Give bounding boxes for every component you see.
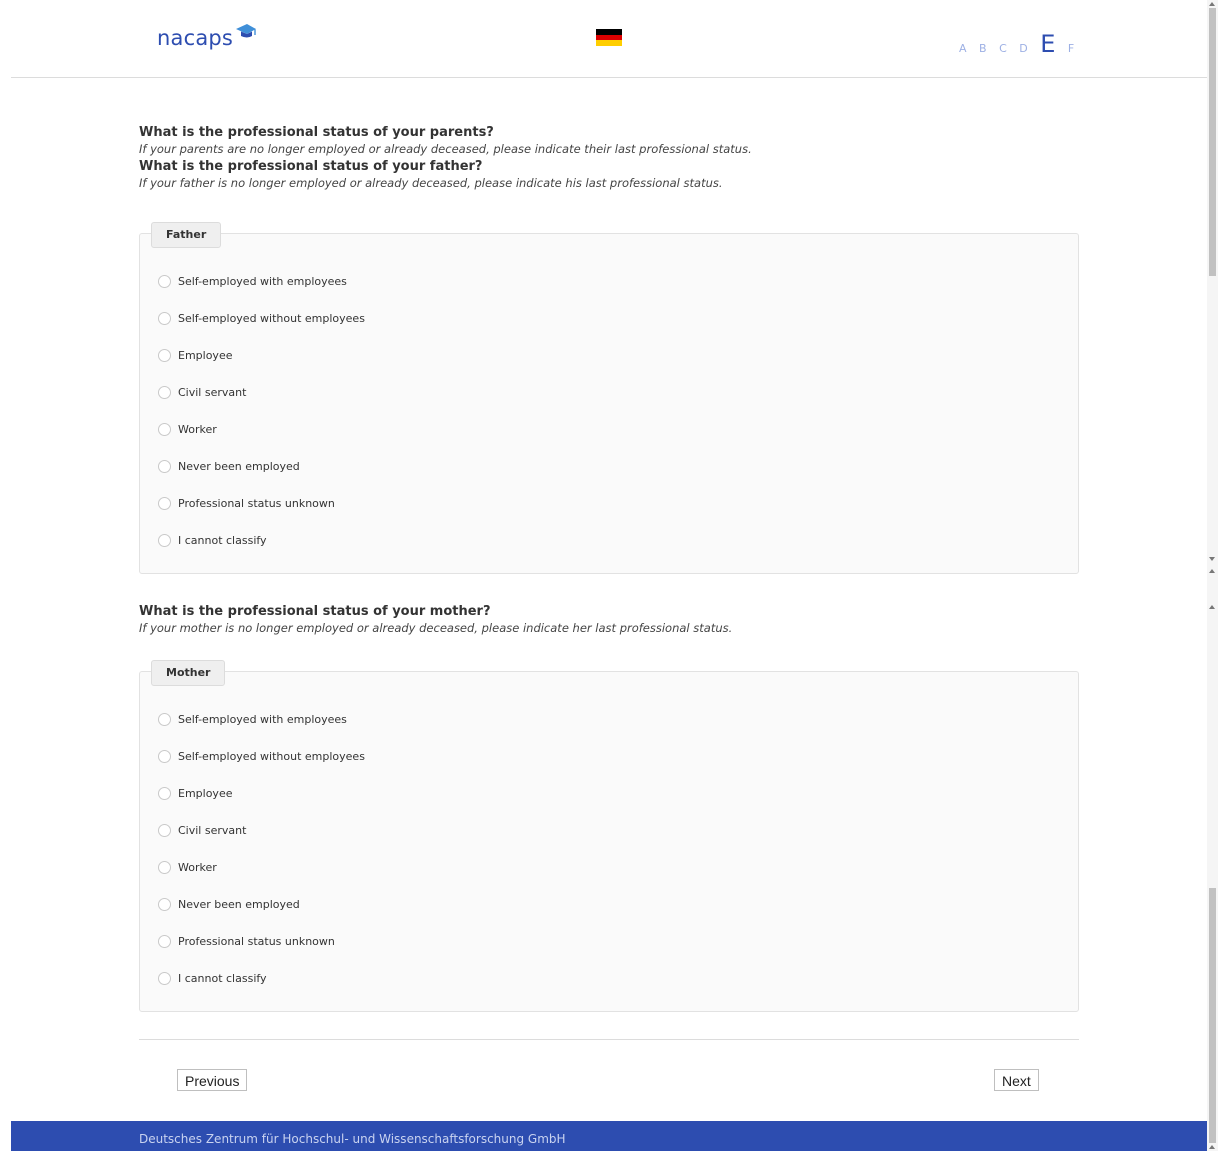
- radio-button[interactable]: [158, 422, 171, 436]
- father-option-never-employed[interactable]: Never been employed: [158, 457, 300, 475]
- mother-option-self-employed-with[interactable]: Self-employed with employees: [158, 710, 347, 728]
- vertical-scrollbar[interactable]: [1207, 0, 1218, 1151]
- scroll-up-arrow-icon[interactable]: [1209, 1145, 1215, 1149]
- mother-option-never-employed[interactable]: Never been employed: [158, 895, 300, 913]
- radio-button[interactable]: [158, 786, 171, 800]
- mother-option-status-unknown[interactable]: Professional status unknown: [158, 932, 335, 950]
- radio-button[interactable]: [158, 971, 171, 985]
- mother-question-block: What is the professional status of your …: [139, 603, 1079, 637]
- father-option-self-employed-without[interactable]: Self-employed without employees: [158, 309, 365, 327]
- option-label[interactable]: I cannot classify: [178, 972, 267, 985]
- previous-button[interactable]: Previous: [177, 1069, 248, 1091]
- graduation-cap-icon: [235, 22, 257, 46]
- progress-letter-f: F: [1067, 42, 1075, 55]
- nacaps-logo: nacaps: [157, 24, 256, 50]
- mother-option-worker[interactable]: Worker: [158, 858, 217, 876]
- option-label[interactable]: Worker: [178, 861, 217, 874]
- option-label[interactable]: Employee: [178, 787, 232, 800]
- radio-button[interactable]: [158, 348, 171, 362]
- footer: Deutsches Zentrum für Hochschul- und Wis…: [11, 1121, 1207, 1151]
- scroll-down-arrow-icon[interactable]: [1209, 557, 1215, 561]
- option-label[interactable]: Civil servant: [178, 386, 246, 399]
- father-fieldset: Father Self-employed with employees Self…: [139, 222, 1079, 574]
- scroll-up-arrow-icon[interactable]: [1209, 569, 1215, 573]
- scroll-up-arrow-icon[interactable]: [1209, 2, 1215, 6]
- mother-fieldset: Mother Self-employed with employees Self…: [139, 660, 1079, 1012]
- father-option-self-employed-with[interactable]: Self-employed with employees: [158, 272, 347, 290]
- footer-text: Deutsches Zentrum für Hochschul- und Wis…: [139, 1132, 566, 1146]
- navigation-divider: [139, 1039, 1079, 1040]
- option-label[interactable]: Worker: [178, 423, 217, 436]
- option-label[interactable]: Never been employed: [178, 898, 300, 911]
- radio-button[interactable]: [158, 496, 171, 510]
- option-label[interactable]: Civil servant: [178, 824, 246, 837]
- next-button[interactable]: Next: [994, 1069, 1039, 1091]
- progress-letter-e-active: E: [1040, 30, 1056, 58]
- option-label[interactable]: Never been employed: [178, 460, 300, 473]
- progress-letter-c: C: [999, 42, 1007, 55]
- radio-button[interactable]: [158, 385, 171, 399]
- mother-option-employee[interactable]: Employee: [158, 784, 232, 802]
- radio-button[interactable]: [158, 533, 171, 547]
- father-question-block: What is the professional status of your …: [139, 124, 1079, 192]
- scrollbar-thumb-lower[interactable]: [1209, 888, 1216, 1143]
- radio-button[interactable]: [158, 459, 171, 473]
- father-question-hint: If your father is no longer employed or …: [139, 176, 723, 190]
- mother-option-self-employed-without[interactable]: Self-employed without employees: [158, 747, 365, 765]
- scrollbar-thumb-upper[interactable]: [1209, 8, 1216, 276]
- option-label[interactable]: Self-employed without employees: [178, 312, 365, 325]
- father-option-status-unknown[interactable]: Professional status unknown: [158, 494, 335, 512]
- option-label[interactable]: Professional status unknown: [178, 935, 335, 948]
- radio-button[interactable]: [158, 860, 171, 874]
- radio-button[interactable]: [158, 274, 171, 288]
- progress-letter-b: B: [979, 42, 987, 55]
- mother-option-civil-servant[interactable]: Civil servant: [158, 821, 246, 839]
- father-option-cannot-classify[interactable]: I cannot classify: [158, 531, 267, 549]
- radio-button[interactable]: [158, 311, 171, 325]
- father-option-worker[interactable]: Worker: [158, 420, 217, 438]
- mother-legend: Mother: [151, 660, 226, 686]
- father-legend: Father: [151, 222, 222, 248]
- radio-button[interactable]: [158, 823, 171, 837]
- logo-text: nacaps: [157, 26, 234, 50]
- father-option-employee[interactable]: Employee: [158, 346, 232, 364]
- option-label[interactable]: Self-employed without employees: [178, 750, 365, 763]
- german-flag-icon[interactable]: [596, 29, 622, 46]
- survey-page: nacaps A B C D E F What is the professio…: [0, 0, 1207, 1151]
- option-label[interactable]: Professional status unknown: [178, 497, 335, 510]
- mother-option-cannot-classify[interactable]: I cannot classify: [158, 969, 267, 987]
- mother-question-title: What is the professional status of your …: [139, 604, 491, 619]
- progress-letters: A B C D E F: [959, 30, 1083, 58]
- radio-button[interactable]: [158, 712, 171, 726]
- progress-letter-a: A: [959, 42, 967, 55]
- mother-question-hint: If your mother is no longer employed or …: [139, 621, 733, 635]
- scroll-up-arrow-icon[interactable]: [1209, 605, 1215, 609]
- option-label[interactable]: I cannot classify: [178, 534, 267, 547]
- header: nacaps A B C D E F: [11, 0, 1207, 78]
- option-label[interactable]: Self-employed with employees: [178, 713, 347, 726]
- progress-letter-d: D: [1019, 42, 1028, 55]
- option-label[interactable]: Self-employed with employees: [178, 275, 347, 288]
- father-option-civil-servant[interactable]: Civil servant: [158, 383, 246, 401]
- father-question-title: What is the professional status of your …: [139, 159, 483, 174]
- radio-button[interactable]: [158, 897, 171, 911]
- parents-question-title: What is the professional status of your …: [139, 125, 494, 140]
- radio-button[interactable]: [158, 934, 171, 948]
- parents-question-hint: If your parents are no longer employed o…: [139, 142, 752, 156]
- option-label[interactable]: Employee: [178, 349, 232, 362]
- radio-button[interactable]: [158, 749, 171, 763]
